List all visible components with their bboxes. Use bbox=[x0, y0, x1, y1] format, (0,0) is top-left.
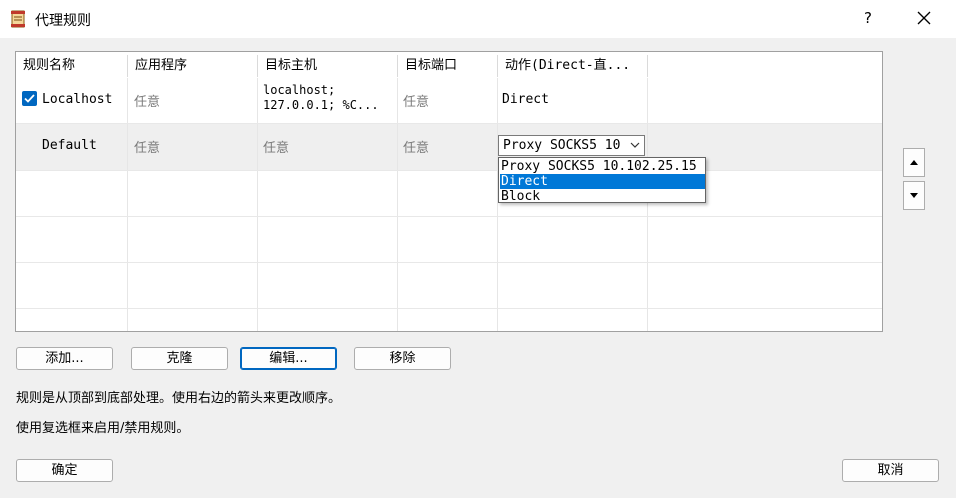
move-down-button[interactable] bbox=[903, 181, 925, 210]
column-divider bbox=[257, 78, 258, 331]
rule-name: Default bbox=[42, 138, 97, 153]
scroll-icon bbox=[11, 10, 25, 28]
column-header-name[interactable]: 规则名称 bbox=[16, 55, 128, 77]
row-divider bbox=[16, 170, 882, 171]
rule-host-line2: 127.0.0.1; %C... bbox=[263, 98, 379, 112]
row-divider bbox=[16, 216, 882, 217]
edit-button[interactable]: 编辑... bbox=[240, 347, 337, 370]
rule-host-line1: localhost; bbox=[263, 83, 336, 97]
rule-app: 任意 bbox=[134, 141, 161, 156]
rule-name: Localhost bbox=[42, 92, 113, 107]
rule-app: 任意 bbox=[134, 95, 161, 110]
action-combobox-value: Proxy SOCKS5 10 bbox=[503, 138, 621, 153]
title-bar: 代理规则 ? bbox=[0, 0, 956, 38]
chevron-down-icon bbox=[630, 142, 640, 148]
rule-port: 任意 bbox=[403, 95, 430, 110]
add-button[interactable]: 添加... bbox=[16, 347, 113, 370]
ok-button[interactable]: 确定 bbox=[16, 459, 113, 482]
arrow-up-icon bbox=[910, 160, 918, 165]
row-divider bbox=[16, 262, 882, 263]
column-divider bbox=[647, 78, 648, 331]
column-divider bbox=[497, 78, 498, 331]
row-divider bbox=[16, 123, 882, 124]
close-icon[interactable] bbox=[912, 6, 936, 30]
column-divider bbox=[127, 78, 128, 331]
rule-port: 任意 bbox=[403, 141, 430, 156]
dropdown-option-proxy[interactable]: Proxy SOCKS5 10.102.25.15 bbox=[500, 159, 705, 174]
column-divider bbox=[397, 78, 398, 331]
column-header-action[interactable]: 动作(Direct-直... bbox=[498, 55, 648, 77]
dropdown-option-direct[interactable]: Direct bbox=[500, 174, 705, 189]
rule-enabled-checkbox[interactable] bbox=[22, 91, 37, 106]
rule-host: 任意 bbox=[263, 141, 290, 156]
info-text-checkbox: 使用复选框来启用/禁用规则。 bbox=[16, 421, 190, 436]
column-header-port[interactable]: 目标端口 bbox=[398, 55, 498, 77]
move-up-button[interactable] bbox=[903, 148, 925, 177]
dropdown-option-block[interactable]: Block bbox=[500, 189, 705, 204]
remove-button[interactable]: 移除 bbox=[354, 347, 451, 370]
column-header-host[interactable]: 目标主机 bbox=[258, 55, 398, 77]
rules-table[interactable]: 规则名称 应用程序 目标主机 目标端口 动作(Direct-直... Local… bbox=[15, 51, 883, 332]
info-text-order: 规则是从顶部到底部处理。使用右边的箭头来更改顺序。 bbox=[16, 391, 342, 406]
window-title: 代理规则 bbox=[35, 13, 91, 29]
action-combobox[interactable]: Proxy SOCKS5 10 bbox=[498, 135, 645, 156]
help-button[interactable]: ? bbox=[856, 6, 880, 30]
check-icon bbox=[24, 94, 35, 103]
column-header-app[interactable]: 应用程序 bbox=[128, 55, 258, 77]
clone-button[interactable]: 克隆 bbox=[131, 347, 228, 370]
row-divider bbox=[16, 308, 882, 309]
cancel-button[interactable]: 取消 bbox=[842, 459, 939, 482]
action-dropdown-list[interactable]: Proxy SOCKS5 10.102.25.15 Direct Block bbox=[498, 157, 706, 204]
rule-action: Direct bbox=[502, 92, 549, 107]
arrow-down-icon bbox=[910, 193, 918, 198]
